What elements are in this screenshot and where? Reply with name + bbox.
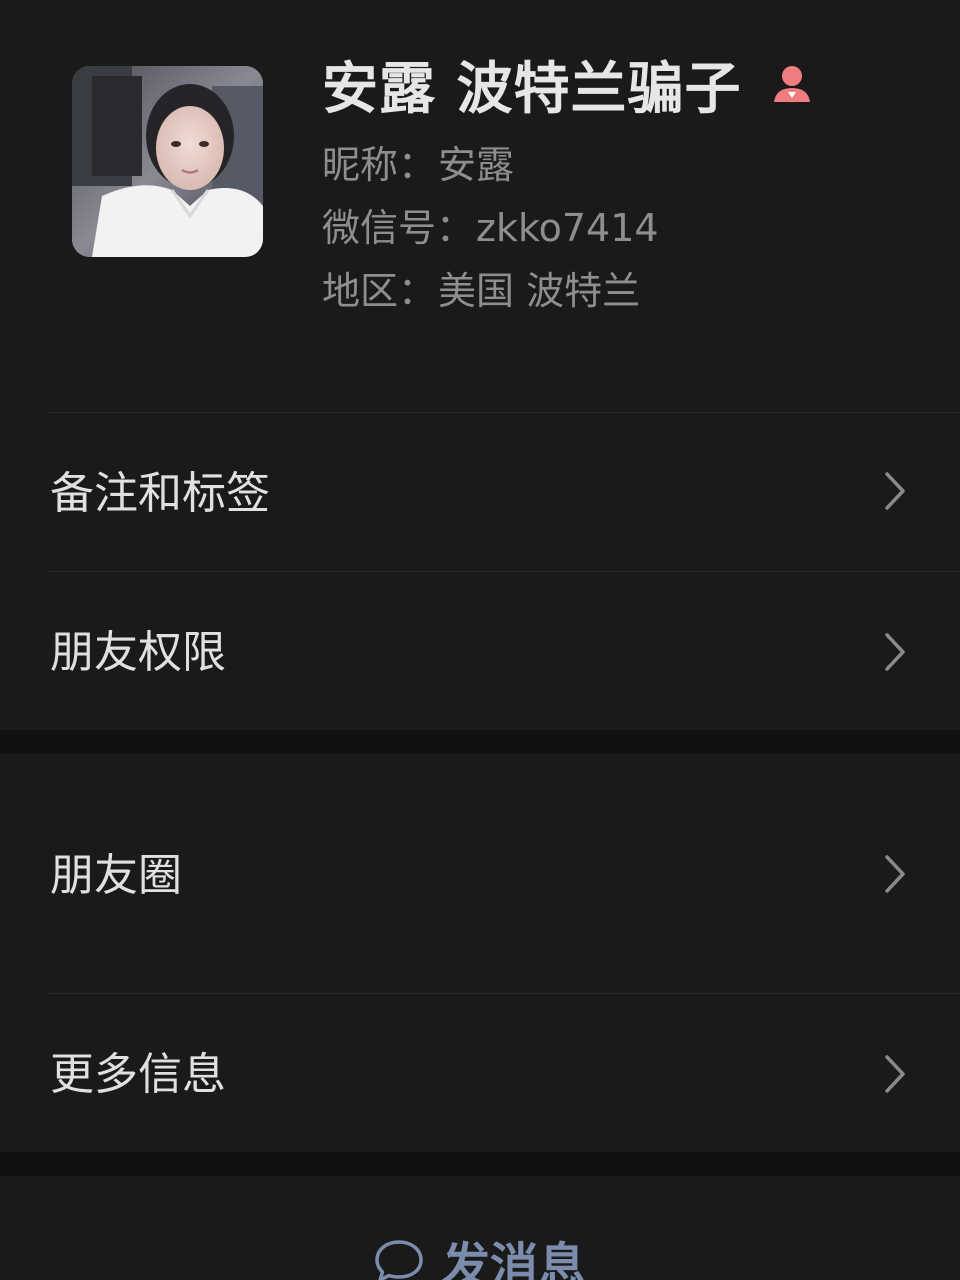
chevron-right-icon <box>885 855 905 893</box>
region-line: 地区：美国 波特兰 <box>322 267 640 315</box>
avatar-photo <box>72 66 263 257</box>
contact-profile-page: 安露 波特兰骗子 昵称：安露 微信号：zkko7414 地区：美国 波特兰 备注… <box>0 0 960 1280</box>
nickname-line: 昵称：安露 <box>322 141 514 189</box>
region-label: 地区： <box>322 269 437 313</box>
divider <box>48 993 960 994</box>
display-name: 安露 波特兰骗子 <box>322 56 742 122</box>
friend-permissions-label: 朋友权限 <box>50 627 226 678</box>
name-row: 安露 波特兰骗子 <box>322 48 814 122</box>
chevron-right-icon <box>885 472 905 510</box>
divider <box>48 412 960 413</box>
send-message-label: 发消息 <box>442 1238 587 1280</box>
female-user-icon <box>770 62 814 106</box>
send-message-content: 发消息 <box>374 1226 586 1280</box>
more-info-row[interactable]: 更多信息 <box>0 993 960 1152</box>
chevron-right-icon <box>885 1055 905 1093</box>
moments-row[interactable]: 朋友圈 <box>0 754 960 993</box>
moments-label: 朋友圈 <box>50 850 182 901</box>
avatar[interactable] <box>72 66 263 257</box>
remarks-tags-row[interactable]: 备注和标签 <box>0 412 960 571</box>
remarks-tags-label: 备注和标签 <box>50 468 270 519</box>
region-value: 美国 波特兰 <box>438 269 641 313</box>
friend-permissions-row[interactable]: 朋友权限 <box>0 571 960 730</box>
divider <box>48 571 960 572</box>
wechat-id-label: 微信号： <box>322 206 475 250</box>
nickname-value: 安露 <box>438 143 515 187</box>
profile-header: 安露 波特兰骗子 昵称：安露 微信号：zkko7414 地区：美国 波特兰 <box>0 0 960 412</box>
wechat-id-line: 微信号：zkko7414 <box>322 204 659 252</box>
chevron-right-icon <box>885 633 905 671</box>
send-message-button[interactable]: 发消息 <box>0 1176 960 1280</box>
nickname-label: 昵称： <box>322 143 437 187</box>
chat-bubble-icon <box>375 1240 423 1280</box>
more-info-label: 更多信息 <box>50 1049 226 1100</box>
wechat-id-value[interactable]: zkko7414 <box>476 206 659 250</box>
